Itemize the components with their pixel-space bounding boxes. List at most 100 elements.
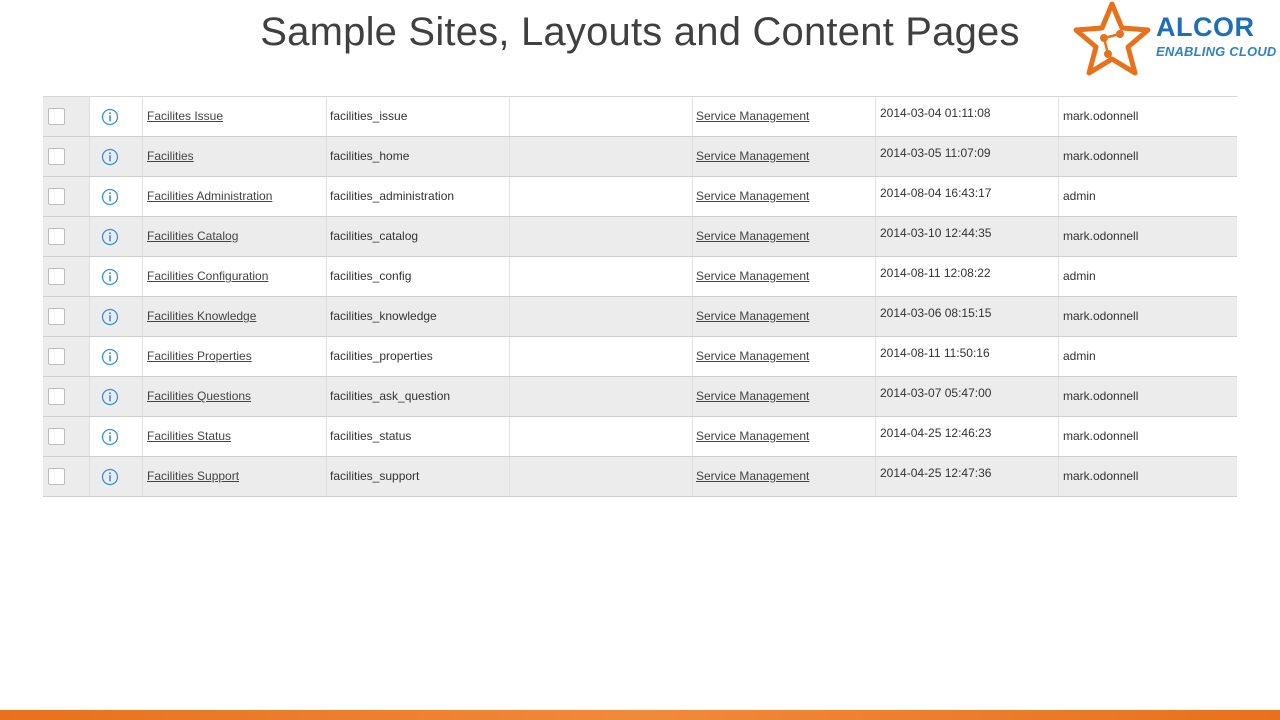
column-divider [509,97,510,136]
logo-wordmark: ALCOR [1156,12,1255,42]
info-icon[interactable] [101,348,119,366]
application-link[interactable]: Service Management [696,257,809,296]
info-icon[interactable] [101,108,119,126]
page-id: facilities_status [330,429,412,443]
row-select-checkbox[interactable] [48,268,65,285]
page-id: facilities_ask_question [330,389,451,403]
info-icon[interactable] [101,188,119,206]
application-link[interactable]: Service Management [696,297,809,336]
column-divider [875,257,876,296]
updated-by: mark.odonnell [1063,429,1139,443]
page-id: facilities_catalog [330,229,419,243]
page-id: facilities_properties [330,349,433,363]
page-id: facilities_administration [330,189,455,203]
table-row[interactable]: Facilities Status facilities_status Servic… [43,417,1237,457]
updated-timestamp: 2014-03-04 01:11:08 [880,106,991,120]
footer-accent-bar [0,710,1280,720]
row-select-cell [43,337,89,376]
column-divider [142,337,143,376]
row-select-cell [43,97,89,136]
table-row[interactable]: Facilities Properties facilities_properti… [43,337,1237,377]
row-select-cell [43,137,89,176]
row-select-checkbox[interactable] [48,188,65,205]
column-divider [692,337,693,376]
column-divider [1058,97,1059,136]
page-name-link[interactable]: Facilities Questions [147,377,251,416]
application-link[interactable]: Service Management [696,97,809,136]
row-select-checkbox[interactable] [48,388,65,405]
column-divider [509,257,510,296]
column-divider [692,97,693,136]
table-row[interactable]: Facilities Support facilities_support Serv… [43,457,1237,497]
info-icon[interactable] [101,428,119,446]
info-icon[interactable] [101,468,119,486]
row-select-cell [43,257,89,296]
row-select-cell [43,377,89,416]
table-row[interactable]: Facilites Issue facilities_issue Service M… [43,97,1237,137]
application-link[interactable]: Service Management [696,137,809,176]
application-link[interactable]: Service Management [696,217,809,256]
column-divider [89,217,90,256]
updated-timestamp: 2014-03-06 08:15:15 [880,306,992,320]
column-divider [509,177,510,216]
page-id: facilities_issue [330,109,408,123]
row-select-checkbox[interactable] [48,428,65,445]
column-divider [875,377,876,416]
column-divider [89,417,90,456]
page-name-link[interactable]: Facilites Issue [147,97,223,136]
page-name-link[interactable]: Facilities Properties [147,337,252,376]
application-link[interactable]: Service Management [696,337,809,376]
table-row[interactable]: Facilities facilities_home Service Managem… [43,137,1237,177]
application-link[interactable]: Service Management [696,457,809,496]
page-name-link[interactable]: Facilities [147,137,194,176]
row-select-checkbox[interactable] [48,108,65,125]
info-icon[interactable] [101,148,119,166]
info-icon[interactable] [101,388,119,406]
row-select-checkbox[interactable] [48,148,65,165]
info-icon[interactable] [101,268,119,286]
info-icon[interactable] [101,228,119,246]
column-divider [1058,417,1059,456]
page-name-link[interactable]: Facilities Knowledge [147,297,256,336]
updated-timestamp: 2014-08-11 12:08:22 [880,266,991,280]
table-row[interactable]: Facilities Knowledge facilities_knowledge… [43,297,1237,337]
column-divider [142,297,143,336]
column-divider [692,297,693,336]
column-divider [89,257,90,296]
column-divider [89,337,90,376]
application-link[interactable]: Service Management [696,377,809,416]
application-link[interactable]: Service Management [696,177,809,216]
page-name-link[interactable]: Facilities Administration [147,177,272,216]
column-divider [875,97,876,136]
updated-timestamp: 2014-04-25 12:46:23 [880,426,992,440]
column-divider [326,217,327,256]
row-select-checkbox[interactable] [48,308,65,325]
page-name-link[interactable]: Facilities Catalog [147,217,238,256]
row-select-checkbox[interactable] [48,348,65,365]
info-icon[interactable] [101,308,119,326]
column-divider [89,377,90,416]
page-name-link[interactable]: Facilities Configuration [147,257,268,296]
row-select-checkbox[interactable] [48,468,65,485]
column-divider [1058,257,1059,296]
column-divider [142,257,143,296]
page-id: facilities_config [330,269,412,283]
updated-by: mark.odonnell [1063,469,1139,483]
column-divider [692,217,693,256]
page-name-link[interactable]: Facilities Support [147,457,239,496]
row-select-cell [43,417,89,456]
updated-by: mark.odonnell [1063,309,1139,323]
updated-by: mark.odonnell [1063,389,1139,403]
column-divider [875,417,876,456]
table-row[interactable]: Facilities Questions facilities_ask_quest… [43,377,1237,417]
table-row[interactable]: Facilities Configuration facilities_confi… [43,257,1237,297]
column-divider [89,97,90,136]
table-row[interactable]: Facilities Administration facilities_admi… [43,177,1237,217]
application-link[interactable]: Service Management [696,417,809,456]
column-divider [326,177,327,216]
page-name-link[interactable]: Facilities Status [147,417,231,456]
table-row[interactable]: Facilities Catalog facilities_catalog Serv… [43,217,1237,257]
column-divider [509,217,510,256]
column-divider [692,137,693,176]
row-select-checkbox[interactable] [48,228,65,245]
